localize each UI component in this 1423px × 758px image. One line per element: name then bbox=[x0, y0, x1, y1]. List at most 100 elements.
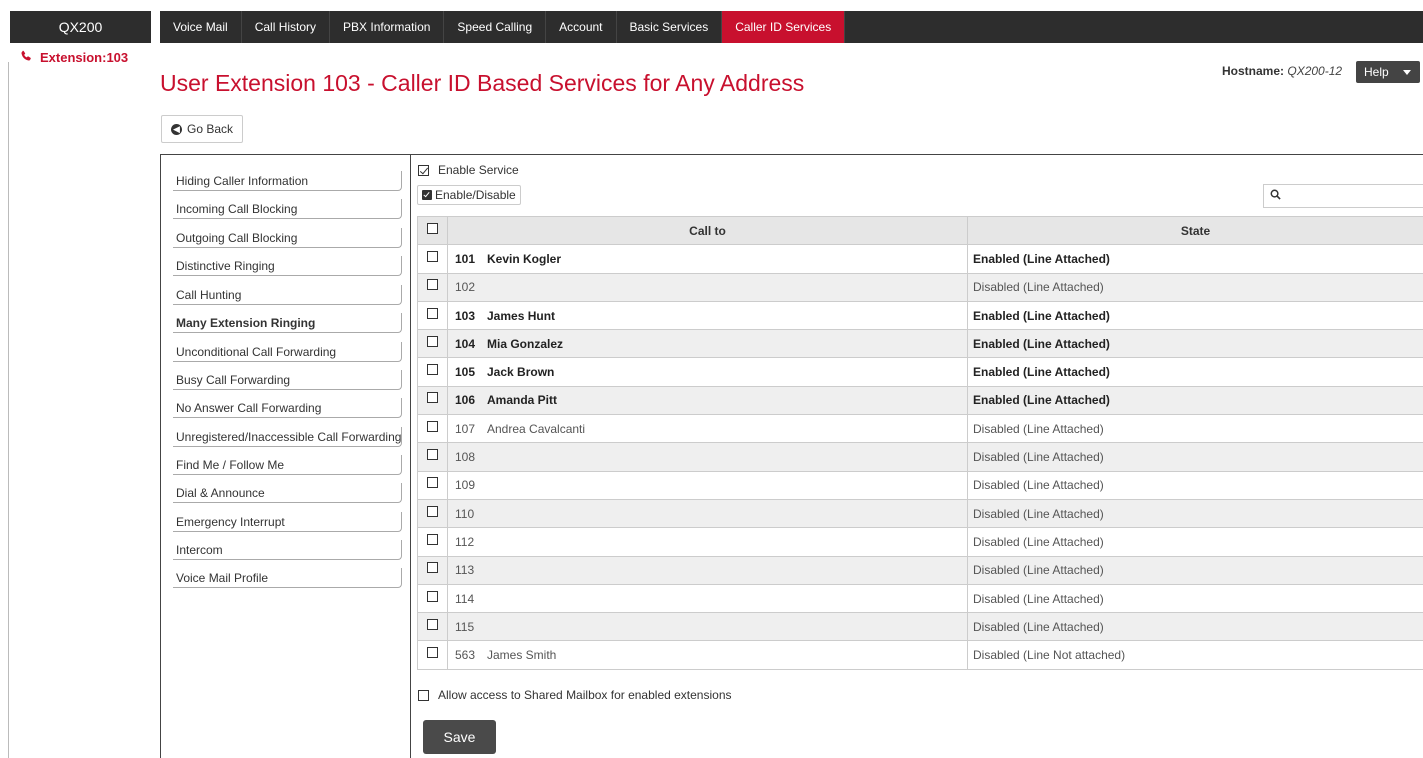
tab-speed-calling[interactable]: Speed Calling bbox=[444, 11, 547, 43]
tab-pbx-information[interactable]: PBX Information bbox=[330, 11, 445, 43]
menu-item-outgoing-call-blocking[interactable]: Outgoing Call Blocking bbox=[173, 228, 402, 248]
state-cell: Disabled (Line Attached) bbox=[967, 555, 1423, 585]
menu-item-intercom[interactable]: Intercom bbox=[173, 540, 402, 560]
row-checkbox[interactable] bbox=[427, 647, 438, 659]
left-divider bbox=[8, 62, 9, 758]
row-select-cell bbox=[417, 244, 448, 274]
table-row[interactable]: 110 Disabled (Line Attached) bbox=[417, 498, 1423, 529]
state-cell: Disabled (Line Attached) bbox=[967, 527, 1423, 557]
row-checkbox[interactable] bbox=[427, 335, 438, 347]
row-checkbox[interactable] bbox=[427, 590, 438, 602]
help-dropdown-button[interactable]: Help bbox=[1356, 61, 1420, 83]
hostname-value: QX200-12 bbox=[1287, 64, 1343, 78]
extension-number: 113 bbox=[455, 563, 475, 578]
extension-number: 109 bbox=[455, 478, 476, 493]
tab-account[interactable]: Account bbox=[546, 11, 617, 43]
table-row[interactable]: 113 Disabled (Line Attached) bbox=[417, 555, 1423, 585]
menu-item-many-extension-ringing[interactable]: Many Extension Ringing bbox=[173, 313, 402, 333]
table-row[interactable]: 109 Disabled (Line Attached) bbox=[417, 470, 1423, 500]
row-checkbox[interactable] bbox=[427, 477, 438, 489]
row-checkbox[interactable] bbox=[427, 562, 438, 574]
menu-item-incoming-call-blocking[interactable]: Incoming Call Blocking bbox=[173, 199, 402, 219]
extension-number: 110 bbox=[455, 506, 475, 521]
brand-logo[interactable]: QX200 bbox=[10, 11, 151, 43]
row-select-cell bbox=[417, 442, 448, 472]
call-to-cell: 107 Andrea Cavalcanti bbox=[447, 414, 968, 444]
table-row[interactable]: 106 Amanda Pitt Enabled (Line Attached) bbox=[417, 385, 1423, 416]
extensions-table: Call to State 101 Kevin Kogler Enabled (Li… bbox=[417, 215, 1423, 670]
tab-call-history[interactable]: Call History bbox=[242, 11, 331, 43]
enable-service-checkbox[interactable] bbox=[418, 164, 429, 176]
state-cell: Disabled (Line Attached) bbox=[967, 612, 1423, 642]
state-cell: Disabled (Line Attached) bbox=[967, 470, 1423, 500]
row-select-cell bbox=[417, 300, 448, 331]
menu-item-hiding-caller-information[interactable]: Hiding Caller Information bbox=[173, 171, 402, 191]
shared-mailbox-checkbox[interactable] bbox=[418, 689, 429, 701]
menu-item-voice-mail-profile[interactable]: Voice Mail Profile bbox=[173, 568, 402, 588]
menu-item-dial-announce[interactable]: Dial & Announce bbox=[173, 483, 402, 503]
save-button[interactable]: Save bbox=[423, 720, 496, 754]
select-all-cell bbox=[417, 215, 448, 246]
row-checkbox[interactable] bbox=[427, 533, 438, 545]
table-row[interactable]: 112 Disabled (Line Attached) bbox=[417, 527, 1423, 557]
column-header-state[interactable]: State bbox=[967, 215, 1423, 246]
row-checkbox[interactable] bbox=[427, 364, 438, 376]
menu-item-unregistered-call-forwarding[interactable]: Unregistered/Inaccessible Call Forwardin… bbox=[173, 427, 402, 447]
tab-voice-mail[interactable]: Voice Mail bbox=[160, 11, 242, 43]
menu-item-find-me-follow-me[interactable]: Find Me / Follow Me bbox=[173, 455, 402, 475]
table-row[interactable]: 102 Disabled (Line Attached) bbox=[417, 272, 1423, 302]
hostname: Hostname: QX200-12 bbox=[1222, 64, 1342, 78]
menu-item-busy-call-forwarding[interactable]: Busy Call Forwarding bbox=[173, 370, 402, 390]
menu-item-call-hunting[interactable]: Call Hunting bbox=[173, 285, 402, 305]
row-checkbox[interactable] bbox=[427, 392, 438, 404]
call-to-cell: 102 bbox=[447, 272, 968, 302]
row-checkbox[interactable] bbox=[427, 279, 438, 291]
row-checkbox[interactable] bbox=[427, 307, 438, 319]
menu-item-emergency-interrupt[interactable]: Emergency Interrupt bbox=[173, 512, 402, 532]
main-panel: Hiding Caller Information Incoming Call … bbox=[160, 154, 1423, 758]
extension-number: 101 bbox=[455, 251, 476, 266]
row-checkbox[interactable] bbox=[427, 250, 438, 262]
hostname-label: Hostname: bbox=[1222, 64, 1285, 78]
service-side-menu: Hiding Caller Information Incoming Call … bbox=[161, 155, 411, 758]
go-back-button[interactable]: ◀ Go Back bbox=[161, 115, 244, 143]
table-row[interactable]: 114 Disabled (Line Attached) bbox=[417, 583, 1423, 614]
call-to-cell: 563 James Smith bbox=[447, 640, 968, 670]
table-row[interactable]: 105 Jack Brown Enabled (Line Attached) bbox=[417, 357, 1423, 387]
enable-service-toggle[interactable]: Enable Service bbox=[418, 163, 519, 177]
shared-mailbox-toggle[interactable]: Allow access to Shared Mailbox for enabl… bbox=[418, 688, 732, 702]
state-cell: Enabled (Line Attached) bbox=[967, 329, 1423, 359]
row-checkbox[interactable] bbox=[427, 505, 438, 517]
tab-basic-services[interactable]: Basic Services bbox=[617, 11, 723, 43]
table-row[interactable]: 107 Andrea Cavalcanti Disabled (Line Attac… bbox=[417, 414, 1423, 444]
menu-item-no-answer-call-forwarding[interactable]: No Answer Call Forwarding bbox=[173, 398, 402, 418]
tab-caller-id-services[interactable]: Caller ID Services bbox=[722, 11, 846, 43]
table-row[interactable]: 103 James Hunt Enabled (Line Attached) bbox=[417, 300, 1423, 331]
menu-item-distinctive-ringing[interactable]: Distinctive Ringing bbox=[173, 256, 402, 276]
table-row[interactable]: 101 Kevin Kogler Enabled (Line Attached) bbox=[417, 244, 1423, 274]
table-row[interactable]: 563 James Smith Disabled (Line Not attache… bbox=[417, 640, 1423, 670]
table-row[interactable]: 108 Disabled (Line Attached) bbox=[417, 442, 1423, 472]
call-to-cell: 101 Kevin Kogler bbox=[447, 244, 968, 274]
table-row[interactable]: 104 Mia Gonzalez Enabled (Line Attached) bbox=[417, 329, 1423, 359]
extension-number: 112 bbox=[455, 534, 475, 549]
row-select-cell bbox=[417, 470, 448, 500]
search-input[interactable] bbox=[1263, 184, 1423, 208]
select-all-checkbox[interactable] bbox=[427, 222, 438, 234]
enable-disable-label: Enable/Disable bbox=[435, 188, 516, 202]
row-checkbox[interactable] bbox=[427, 618, 438, 630]
menu-item-unconditional-call-forwarding[interactable]: Unconditional Call Forwarding bbox=[173, 342, 402, 362]
extension-name: Amanda Pitt bbox=[487, 393, 558, 408]
extension-number: 103 bbox=[455, 308, 476, 323]
row-checkbox[interactable] bbox=[427, 420, 438, 432]
extension-label: Extension:103 bbox=[40, 50, 129, 65]
column-header-call-to[interactable]: Call to bbox=[447, 215, 968, 246]
extension-number: 107 bbox=[455, 421, 476, 436]
row-select-cell bbox=[417, 272, 448, 302]
row-checkbox[interactable] bbox=[427, 449, 438, 461]
call-to-cell: 109 bbox=[447, 470, 968, 500]
call-to-cell: 104 Mia Gonzalez bbox=[447, 329, 968, 359]
enable-disable-button[interactable]: Enable/Disable bbox=[417, 185, 521, 205]
call-to-cell: 114 bbox=[447, 583, 968, 614]
table-row[interactable]: 115 Disabled (Line Attached) bbox=[417, 612, 1423, 642]
